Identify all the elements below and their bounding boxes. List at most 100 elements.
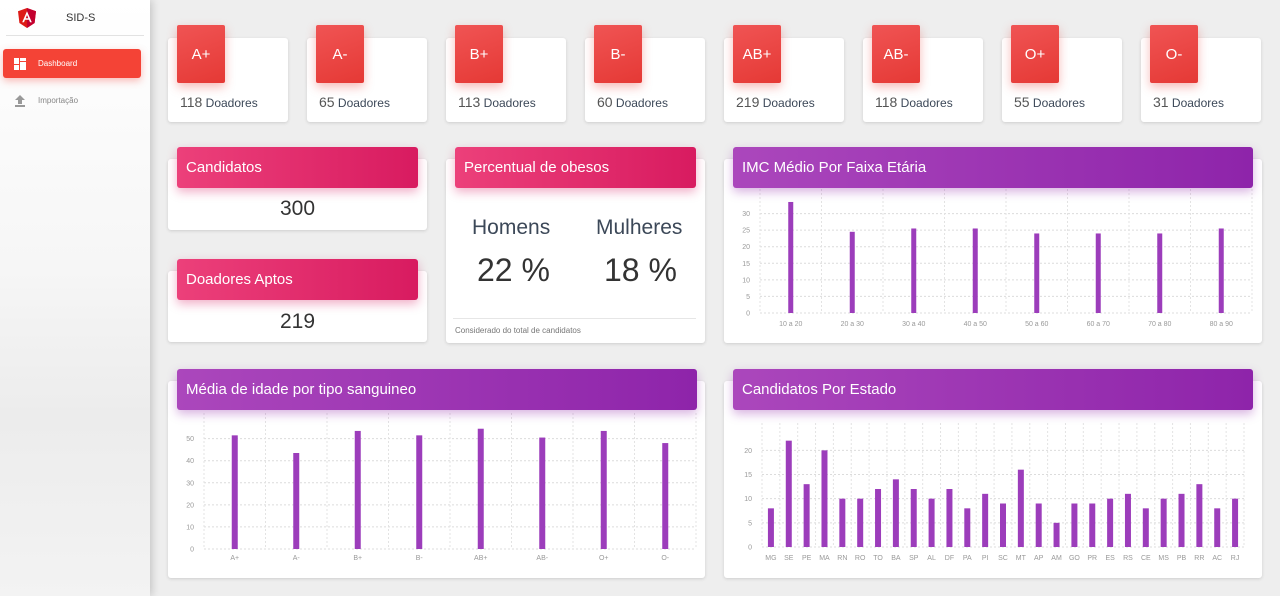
sidebar-item-label: Dashboard <box>38 59 78 68</box>
y-tick-label: 15 <box>742 261 750 268</box>
x-tick-label: PB <box>1177 555 1187 562</box>
x-tick-label: 60 a 70 <box>1087 321 1110 328</box>
y-tick-label: 0 <box>746 311 750 318</box>
y-tick-label: 20 <box>186 502 194 509</box>
blood-type-badge: O+ <box>1011 25 1059 83</box>
bar <box>1218 228 1224 313</box>
x-tick-label: PA <box>963 555 972 562</box>
bar <box>785 440 792 547</box>
bar <box>539 437 546 549</box>
bar <box>892 479 899 547</box>
x-tick-label: RN <box>837 555 847 562</box>
donor-count-number: 65 <box>319 94 335 110</box>
sidebar-item-dashboard[interactable]: Dashboard <box>3 49 141 78</box>
y-tick-label: 10 <box>186 524 194 531</box>
bar <box>1107 498 1114 547</box>
bar <box>662 443 669 549</box>
bar <box>354 430 361 549</box>
y-tick-label: 40 <box>186 458 194 465</box>
donor-count: 219 Doadores <box>736 94 815 110</box>
bar <box>1034 233 1040 313</box>
y-tick-label: 5 <box>748 520 752 527</box>
donor-count-number: 113 <box>458 94 481 110</box>
bar <box>788 201 794 313</box>
bar <box>928 498 935 547</box>
x-tick-label: AB+ <box>474 555 487 562</box>
app-title: SID-S <box>66 11 96 24</box>
donor-count-suffix: Doadores <box>1171 96 1224 110</box>
donor-count-suffix: Doadores <box>900 96 953 110</box>
idade-chart: 0 10 20 30 40 50 A+ A- B+ B- AB+ AB- O+ O- <box>186 413 697 562</box>
x-tick-label: AL <box>927 555 936 562</box>
sidebar-header: SID-S <box>6 0 144 36</box>
bar <box>875 489 882 547</box>
estado-chart-header: Candidatos Por Estado <box>733 369 1253 410</box>
y-tick-label: 0 <box>190 547 194 554</box>
x-tick-label: PR <box>1087 555 1097 562</box>
bar <box>1095 233 1101 313</box>
x-tick-label: AP <box>1034 555 1044 562</box>
y-tick-label: 0 <box>748 545 752 552</box>
bar <box>1017 469 1024 547</box>
bar <box>1089 503 1096 547</box>
bar <box>416 435 423 549</box>
bar <box>1035 503 1042 547</box>
bar <box>1142 508 1149 547</box>
donor-count: 113 Doadores <box>458 94 536 110</box>
donor-count-suffix: Doadores <box>762 96 815 110</box>
aptos-value: 219 <box>279 310 316 333</box>
x-tick-label: 20 a 30 <box>841 321 864 328</box>
sidebar: SID-S Dashboard Importação <box>0 0 150 596</box>
y-tick-label: 25 <box>742 228 750 235</box>
donor-count: 118 Doadores <box>180 94 258 110</box>
donor-count-number: 118 <box>875 94 898 110</box>
x-tick-label: MT <box>1016 555 1027 562</box>
sidebar-item-importacao[interactable]: Importação <box>3 86 141 115</box>
bar <box>767 508 774 547</box>
idade-chart-header: Média de idade por tipo sanguineo <box>177 369 697 410</box>
x-tick-label: 50 a 60 <box>1025 321 1048 328</box>
dashboard-icon <box>14 57 26 70</box>
bar <box>1160 498 1167 547</box>
x-tick-label: A+ <box>230 555 239 562</box>
donor-count-suffix: Doadores <box>615 96 668 110</box>
donor-count: 118 Doadores <box>875 94 953 110</box>
donor-count-number: 31 <box>1153 94 1169 110</box>
donor-count-number: 219 <box>736 94 760 110</box>
x-tick-label: 10 a 20 <box>779 321 802 328</box>
upload-icon <box>15 94 25 107</box>
bar <box>857 498 864 547</box>
bar <box>982 493 989 547</box>
x-tick-label: BA <box>891 555 901 562</box>
x-tick-label: 30 a 40 <box>902 321 925 328</box>
obesos-footnote: Considerado do total de candidatos <box>455 326 581 335</box>
women-value: 18 % <box>604 252 677 288</box>
donor-count-suffix: Doadores <box>483 96 536 110</box>
sidebar-item-label: Importação <box>38 96 79 105</box>
aptos-header: Doadores Aptos <box>177 259 418 300</box>
x-tick-label: AM <box>1051 555 1062 562</box>
blood-type-badge: B- <box>594 25 642 83</box>
bar <box>1053 522 1060 547</box>
blood-type-badge: A- <box>316 25 364 83</box>
x-tick-label: MA <box>819 555 830 562</box>
angular-logo-icon[interactable] <box>18 7 36 28</box>
x-tick-label: RJ <box>1231 555 1240 562</box>
bar <box>972 228 978 313</box>
obesos-header: Percentual de obesos <box>455 147 696 188</box>
donor-count: 55 Doadores <box>1014 94 1085 110</box>
x-tick-label: RR <box>1194 555 1204 562</box>
bar <box>477 428 484 549</box>
y-tick-label: 20 <box>742 244 750 251</box>
bar <box>1214 508 1221 547</box>
bar <box>821 450 828 547</box>
x-tick-label: SP <box>909 555 919 562</box>
x-tick-label: AC <box>1212 555 1222 562</box>
bar <box>839 498 846 547</box>
x-tick-label: MS <box>1158 555 1169 562</box>
y-tick-label: 10 <box>742 277 750 284</box>
bar <box>231 435 238 549</box>
donor-count-suffix: Doadores <box>205 96 258 110</box>
donor-count-number: 118 <box>180 94 203 110</box>
x-tick-label: MG <box>765 555 776 562</box>
